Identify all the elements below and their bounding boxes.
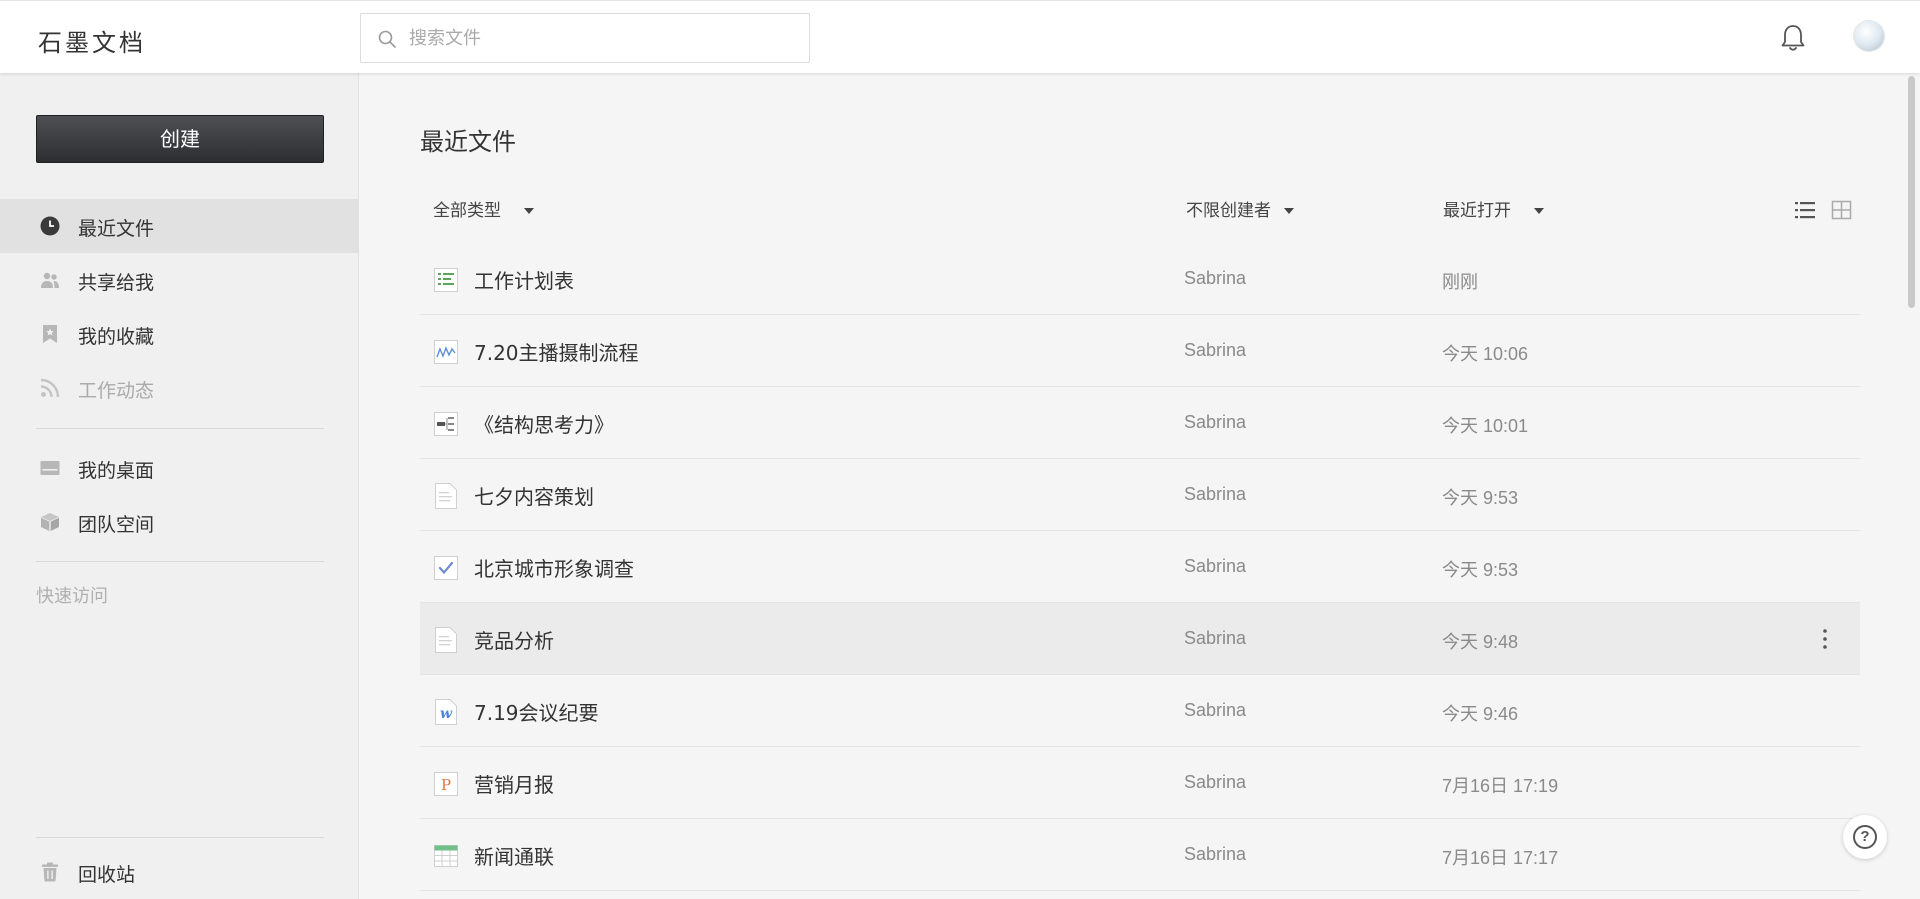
file-name[interactable]: 营销月报 <box>474 769 554 798</box>
sidebar-item-label: 最近文件 <box>78 218 155 240</box>
file-name[interactable]: 7.20主播摄制流程 <box>474 337 639 366</box>
box-icon <box>41 513 59 531</box>
bookmark-icon <box>43 325 57 343</box>
file-time: 今天 10:01 <box>1442 416 1529 436</box>
avatar[interactable] <box>1854 21 1884 51</box>
file-row[interactable]: P 营销月报 Sabrina 7月16日 17:19 <box>420 747 1860 819</box>
sidebar-item-label: 我的桌面 <box>78 460 155 482</box>
caret-down-icon <box>1284 208 1295 214</box>
caret-down-icon <box>1534 208 1545 214</box>
file-time: 今天 9:48 <box>1442 632 1519 652</box>
file-time: 刚刚 <box>1442 272 1478 292</box>
document-icon <box>435 483 457 509</box>
file-owner: Sabrina <box>1184 700 1247 720</box>
file-row[interactable]: 北京城市形象调查 Sabrina 今天 9:53 <box>420 531 1860 603</box>
file-time: 今天 9:53 <box>1442 488 1519 508</box>
file-time: 7月16日 17:17 <box>1442 848 1559 868</box>
file-owner: Sabrina <box>1184 340 1247 360</box>
word-icon: w <box>435 699 457 725</box>
scrollbar-thumb[interactable] <box>1908 76 1915 308</box>
sidebar-divider <box>36 428 324 429</box>
top-header: 石墨文档 <box>0 0 1920 73</box>
help-icon: ? <box>1853 825 1877 849</box>
file-row[interactable]: 工作计划表 Sabrina 刚刚 <box>420 243 1860 315</box>
file-row[interactable]: 七夕内容策划 Sabrina 今天 9:53 <box>420 459 1860 531</box>
file-time: 今天 10:06 <box>1442 344 1529 364</box>
sidebar-item-label: 共享给我 <box>78 272 155 294</box>
file-row[interactable]: 7.20主播摄制流程 Sabrina 今天 10:06 <box>420 315 1860 387</box>
search-icon <box>378 30 396 48</box>
sidebar-item-recent[interactable]: 最近文件 <box>0 199 359 253</box>
sidebar-item-favorites[interactable]: 我的收藏 <box>0 307 359 361</box>
flowchart-icon <box>434 340 458 364</box>
sidebar-item-desktop[interactable]: 我的桌面 <box>0 441 359 495</box>
list-view-icon[interactable] <box>1794 199 1816 221</box>
file-owner: Sabrina <box>1184 268 1247 288</box>
caret-down-icon <box>524 208 535 214</box>
trash-icon <box>42 862 58 882</box>
sidebar-item-team[interactable]: 团队空间 <box>0 495 359 549</box>
file-name[interactable]: 工作计划表 <box>474 265 574 294</box>
sidebar-item-label: 团队空间 <box>78 514 155 536</box>
grid-view-icon[interactable] <box>1831 199 1853 221</box>
feed-icon <box>40 378 60 398</box>
file-owner: Sabrina <box>1184 628 1247 648</box>
sidebar-item-activity[interactable]: 工作动态 <box>0 361 359 415</box>
create-button[interactable]: 创建 <box>36 115 324 163</box>
sidebar-item-shared[interactable]: 共享给我 <box>0 253 359 307</box>
file-name[interactable]: 新闻通联 <box>474 841 554 870</box>
sort-dropdown[interactable]: 最近打开 <box>1443 196 1545 222</box>
bell-icon[interactable] <box>1779 23 1807 53</box>
form-icon <box>434 556 458 580</box>
file-name[interactable]: 7.19会议纪要 <box>474 697 599 726</box>
document-icon <box>435 627 457 653</box>
creator-filter-label: 不限创建者 <box>1186 201 1271 221</box>
mindmap-icon <box>434 412 458 436</box>
ppt-icon: P <box>434 772 458 796</box>
file-owner: Sabrina <box>1184 844 1247 864</box>
file-row[interactable]: 《结构思考力》 Sabrina 今天 10:01 <box>420 387 1860 459</box>
help-button[interactable]: ? <box>1843 815 1887 859</box>
file-owner: Sabrina <box>1184 484 1247 504</box>
clock-icon <box>40 216 60 236</box>
svg-text:P: P <box>441 776 451 794</box>
search-input[interactable] <box>409 14 799 62</box>
quick-access-label: 快速访问 <box>36 586 108 607</box>
users-icon <box>41 272 59 288</box>
file-name[interactable]: 七夕内容策划 <box>474 481 594 510</box>
sidebar: 创建 最近文件 共享给我 我的收藏 工作动态 我的桌面 团队空间 快速访问 回收… <box>0 73 359 899</box>
file-row[interactable]: 竞品分析 Sabrina 今天 9:48 <box>420 603 1860 675</box>
file-list: 工作计划表 Sabrina 刚刚 7.20主播摄制流程 Sabrina 今天 1… <box>420 243 1860 891</box>
type-filter-label: 全部类型 <box>433 201 501 221</box>
type-filter-dropdown[interactable]: 全部类型 <box>433 196 535 222</box>
file-owner: Sabrina <box>1184 412 1247 432</box>
file-row[interactable]: 新闻通联 Sabrina 7月16日 17:17 <box>420 819 1860 891</box>
file-owner: Sabrina <box>1184 772 1247 792</box>
search-box[interactable] <box>360 13 810 63</box>
file-row[interactable]: w 7.19会议纪要 Sabrina 今天 9:46 <box>420 675 1860 747</box>
creator-filter-dropdown[interactable]: 不限创建者 <box>1186 196 1295 222</box>
outline-doc-icon <box>434 268 458 292</box>
sidebar-item-label: 工作动态 <box>78 380 155 402</box>
sort-label: 最近打开 <box>1443 201 1511 221</box>
more-vertical-icon[interactable] <box>1815 627 1835 651</box>
file-owner: Sabrina <box>1184 556 1247 576</box>
sidebar-item-label: 回收站 <box>78 864 136 886</box>
file-name[interactable]: 《结构思考力》 <box>474 409 614 438</box>
desktop-icon <box>40 461 60 475</box>
sidebar-divider <box>36 561 324 562</box>
main-content: 最近文件 全部类型 不限创建者 最近打开 工作计划表 Sabrina 刚刚 7.… <box>360 73 1900 899</box>
spreadsheet-icon <box>434 845 458 867</box>
sidebar-item-trash[interactable]: 回收站 <box>0 845 359 899</box>
file-time: 7月16日 17:19 <box>1442 776 1559 796</box>
sidebar-divider <box>36 837 324 838</box>
file-time: 今天 9:46 <box>1442 704 1519 724</box>
sidebar-item-label: 我的收藏 <box>78 326 155 348</box>
file-time: 今天 9:53 <box>1442 560 1519 580</box>
file-name[interactable]: 北京城市形象调查 <box>474 553 634 582</box>
svg-text:w: w <box>440 706 453 722</box>
app-logo[interactable]: 石墨文档 <box>38 23 146 58</box>
page-title: 最近文件 <box>420 128 516 156</box>
file-name[interactable]: 竞品分析 <box>474 625 554 654</box>
